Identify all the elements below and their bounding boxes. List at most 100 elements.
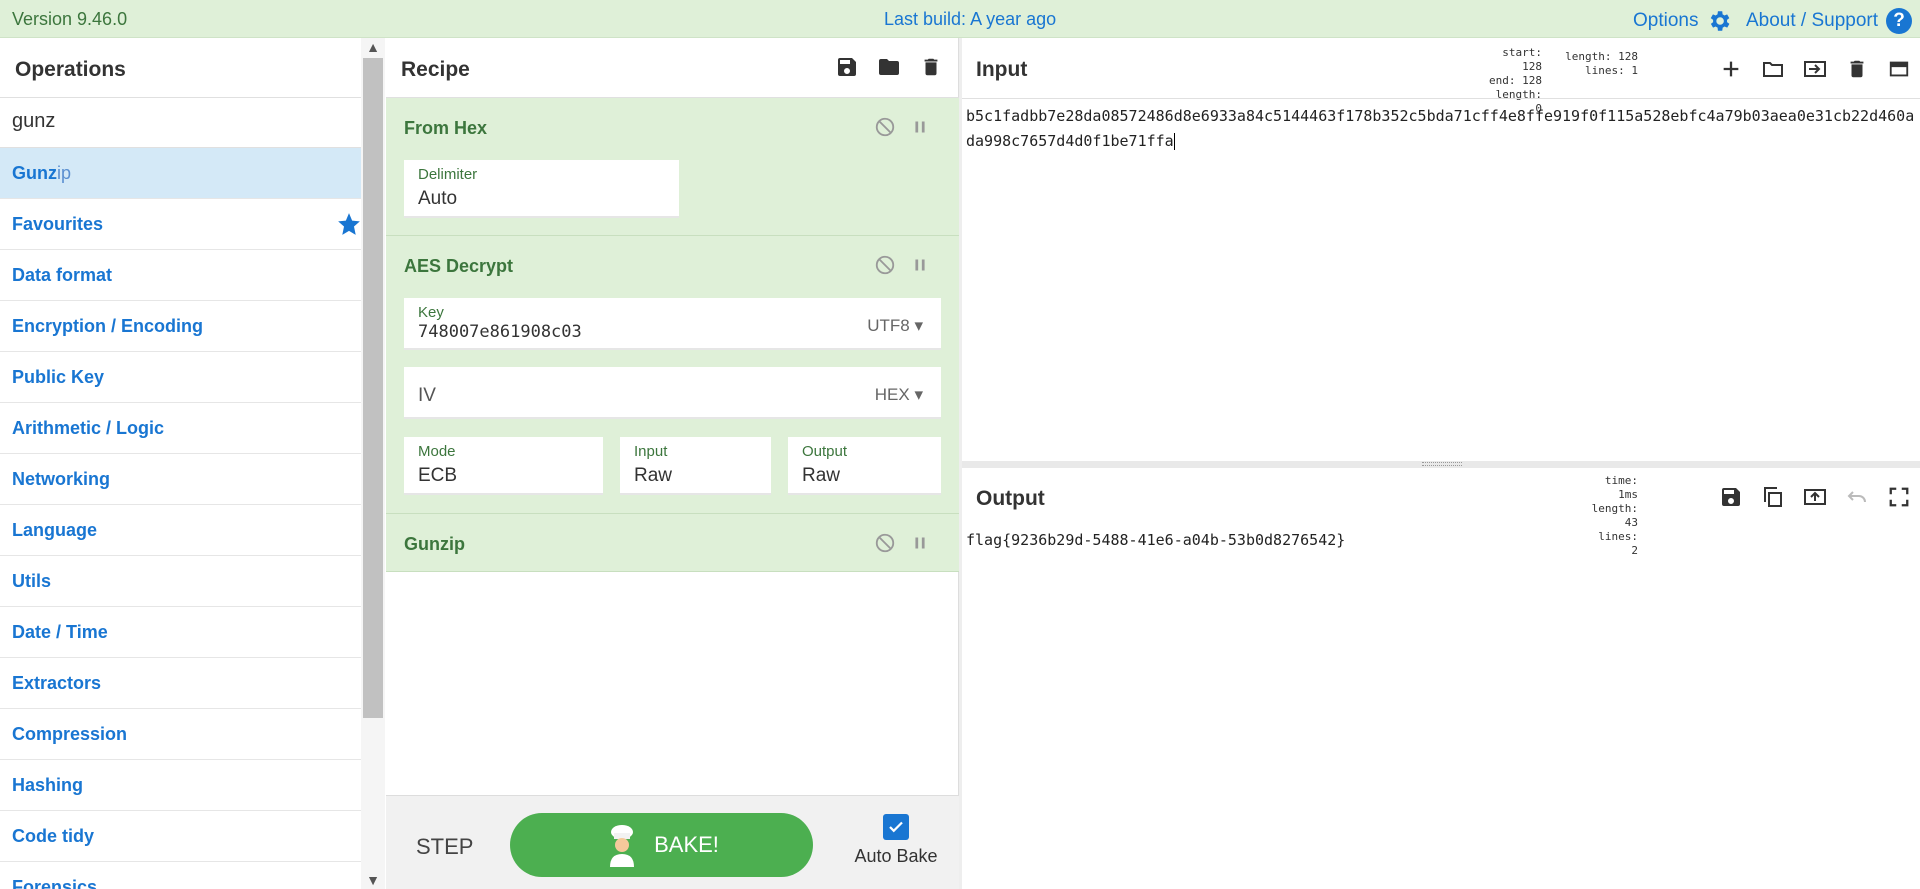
open-folder-button[interactable] — [1802, 56, 1828, 82]
category-label: Date / Time — [12, 621, 108, 642]
recipe-toolbar — [834, 54, 944, 80]
delimiter-label: Delimiter — [418, 166, 478, 183]
iv-field[interactable]: IV HEX ▾ — [404, 367, 941, 419]
operations-panel: Operations gunz Gunz ip Favourites Data f… — [0, 38, 385, 889]
output-toolbar — [1718, 484, 1912, 510]
top-banner: Version 9.46.0 Last build: A year ago Op… — [0, 0, 1920, 38]
category-hashing[interactable]: Hashing — [0, 760, 384, 811]
key-field[interactable]: Key 748007e861908c03 UTF8 ▾ — [404, 298, 941, 350]
breakpoint-icon[interactable] — [909, 254, 931, 276]
breakpoint-icon[interactable] — [909, 116, 931, 138]
disable-icon[interactable] — [874, 254, 896, 276]
input-text: b5c1fadbb7e28da08572486d8e6933a84c514446… — [966, 107, 1915, 150]
op-name: From Hex — [404, 118, 488, 138]
input-format-field[interactable]: Input Raw — [620, 437, 771, 495]
disable-icon[interactable] — [874, 532, 896, 554]
reset-layout-button[interactable] — [1886, 56, 1912, 82]
clear-recipe-button[interactable] — [918, 54, 944, 80]
category-utils[interactable]: Utils — [0, 556, 384, 607]
category-extractors[interactable]: Extractors — [0, 658, 384, 709]
category-label: Compression — [12, 723, 128, 744]
mode-field[interactable]: Mode ECB — [404, 437, 603, 495]
category-favourites[interactable]: Favourites — [0, 199, 384, 250]
auto-bake-label: Auto Bake — [854, 846, 938, 866]
mode-label: Mode — [418, 443, 456, 460]
category-encryption-encoding[interactable]: Encryption / Encoding — [0, 301, 384, 352]
scroll-down-icon[interactable]: ▼ — [364, 871, 382, 889]
category-public-key[interactable]: Public Key — [0, 352, 384, 403]
folder-open-icon — [1763, 62, 1783, 77]
key-label: Key — [418, 304, 444, 321]
scrollbar-thumb[interactable] — [363, 58, 383, 718]
category-date-time[interactable]: Date / Time — [0, 607, 384, 658]
disable-icon[interactable] — [874, 116, 896, 138]
category-language[interactable]: Language — [0, 505, 384, 556]
category-code-tidy[interactable]: Code tidy — [0, 811, 384, 862]
auto-bake-checkbox[interactable] — [883, 814, 909, 840]
add-input-tab-button[interactable] — [1718, 56, 1744, 82]
category-label: Encryption / Encoding — [12, 315, 204, 336]
category-label: Public Key — [12, 366, 105, 387]
recipe-op-gunzip[interactable]: Gunzip — [386, 514, 959, 572]
input-header-divider — [962, 98, 1920, 99]
input-format-label: Input — [634, 443, 668, 460]
folder-icon — [879, 59, 899, 75]
category-compression[interactable]: Compression — [0, 709, 384, 760]
text-cursor — [1173, 133, 1175, 150]
output-title: Output — [976, 487, 1045, 510]
output-panel: Output time: 1ms length: 43 lines: 2 fla… — [962, 468, 1920, 889]
stat-time: time: 1ms — [1604, 474, 1638, 501]
operations-search-input[interactable]: gunz — [0, 98, 384, 148]
scroll-up-icon[interactable]: ▲ — [364, 38, 382, 56]
save-output-button[interactable] — [1718, 484, 1744, 510]
about-support-link[interactable]: About / Support ? — [1746, 8, 1913, 34]
category-networking[interactable]: Networking — [0, 454, 384, 505]
chef-icon — [610, 825, 635, 867]
recipe-op-aes-decrypt[interactable]: AES Decrypt Key 748007e861908c03 UTF8 ▾ … — [386, 236, 959, 514]
op-name: Gunzip — [404, 534, 465, 554]
maximize-output-button[interactable] — [1886, 484, 1912, 510]
category-arithmetic-logic[interactable]: Arithmetic / Logic — [0, 403, 384, 454]
delimiter-field[interactable]: Delimiter Auto — [404, 160, 679, 218]
input-length-stats: length: 128 lines: 1 — [1556, 50, 1638, 78]
io-resize-handle[interactable] — [962, 461, 1920, 468]
iv-encoding-value: HEX — [874, 385, 910, 404]
save-recipe-button[interactable] — [834, 54, 860, 80]
fullscreen-icon — [1889, 487, 1909, 507]
auto-bake-toggle[interactable]: Auto Bake — [846, 814, 946, 867]
bake-button[interactable]: BAKE! — [510, 813, 813, 877]
star-icon — [338, 213, 360, 235]
output-format-label: Output — [802, 443, 848, 460]
step-button[interactable]: STEP — [416, 834, 473, 860]
category-label: Data format — [12, 264, 113, 285]
resize-grip-icon — [1422, 462, 1462, 466]
undo-button[interactable] — [1844, 484, 1870, 510]
input-textarea[interactable]: b5c1fadbb7e28da08572486d8e6933a84c514446… — [966, 104, 1916, 154]
output-textarea[interactable]: flag{9236b29d-5488-41e6-a04b-53b0d827654… — [966, 528, 1916, 553]
category-forensics[interactable]: Forensics — [0, 862, 384, 889]
recipe-op-from-hex[interactable]: From Hex Delimiter Auto — [386, 98, 959, 236]
output-format-field[interactable]: Output Raw — [788, 437, 941, 495]
load-recipe-button[interactable] — [876, 54, 902, 80]
result-rest-text: ip — [57, 162, 72, 183]
key-encoding-value: UTF8 — [867, 316, 910, 335]
clear-input-button[interactable] — [1844, 56, 1870, 82]
undo-icon — [1847, 491, 1866, 503]
category-data-format[interactable]: Data format — [0, 250, 384, 301]
category-label: Networking — [12, 468, 111, 489]
breakpoint-icon[interactable] — [909, 532, 931, 554]
key-encoding-select[interactable]: UTF8 ▾ — [867, 316, 923, 336]
iv-encoding-select[interactable]: HEX ▾ — [875, 385, 923, 405]
stat-length: length: 43 — [1591, 502, 1638, 529]
replace-input-button[interactable] — [1802, 484, 1828, 510]
last-build-text: Last build: A year ago — [884, 9, 1057, 29]
category-label: Language — [12, 519, 98, 540]
search-result-gunzip[interactable]: Gunz ip — [0, 148, 384, 199]
copy-output-button[interactable] — [1760, 484, 1786, 510]
open-file-button[interactable] — [1760, 56, 1786, 82]
stat-lines: lines: 1 — [1585, 64, 1638, 77]
category-label: Favourites — [12, 213, 104, 234]
options-link[interactable]: Options — [1633, 8, 1732, 34]
operations-scrollbar[interactable]: ▲ ▼ — [361, 38, 385, 889]
category-label: Code tidy — [12, 825, 95, 846]
